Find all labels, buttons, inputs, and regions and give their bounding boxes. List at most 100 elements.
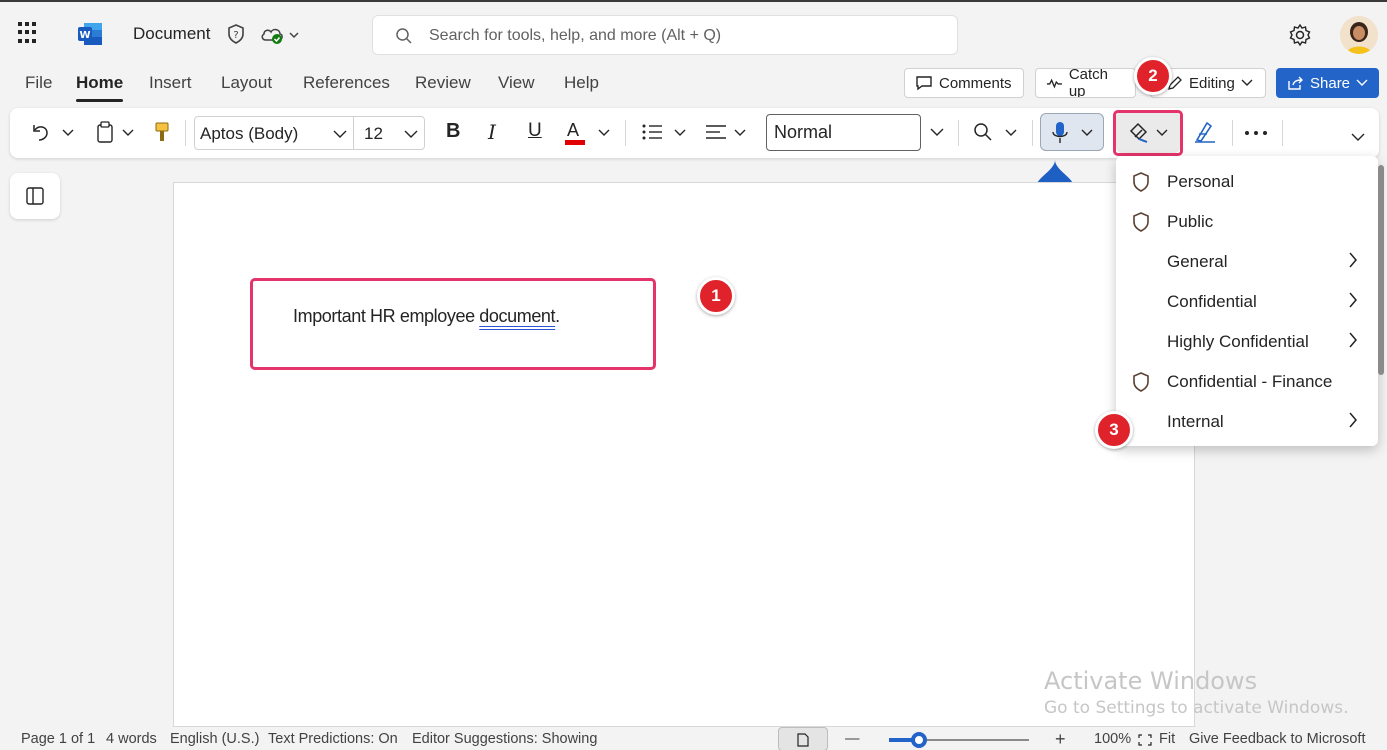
shield-icon: [1133, 372, 1149, 392]
navigation-pane-button[interactable]: [10, 173, 60, 219]
dictate-button[interactable]: [1040, 113, 1104, 151]
paste-dropdown-chevron-icon[interactable]: [122, 129, 134, 137]
tab-insert[interactable]: Insert: [149, 73, 192, 93]
sensitivity-option-label: Confidential: [1167, 292, 1257, 311]
tab-layout[interactable]: Layout: [221, 73, 272, 93]
document-title[interactable]: Document: [133, 24, 210, 44]
comments-button[interactable]: Comments: [904, 68, 1024, 98]
font-color-button[interactable]: A: [565, 120, 585, 146]
highlight-box-sensitivity-button: [1113, 110, 1183, 156]
vertical-scrollbar[interactable]: [1378, 165, 1384, 375]
cloud-saved-icon[interactable]: [260, 25, 302, 45]
font-color-swatch: [565, 140, 585, 145]
chevron-down-icon: [1081, 129, 1093, 136]
underline-button[interactable]: U: [528, 120, 542, 142]
bold-button[interactable]: B: [446, 120, 460, 143]
sensitivity-option-highly-confidential[interactable]: Highly Confidential: [1116, 320, 1378, 360]
clipboard-icon[interactable]: [96, 121, 114, 143]
undo-icon[interactable]: [30, 121, 52, 143]
tab-review[interactable]: Review: [415, 73, 471, 93]
sensitivity-option-personal[interactable]: Personal: [1116, 160, 1378, 200]
tab-home[interactable]: Home: [76, 73, 124, 102]
activate-windows-subtitle: Go to Settings to activate Windows.: [1044, 698, 1349, 718]
bullet-list-icon[interactable]: [641, 122, 663, 142]
align-chevron-icon[interactable]: [734, 129, 746, 137]
sensitivity-option-label: Internal: [1167, 412, 1224, 431]
find-chevron-icon[interactable]: [1005, 129, 1017, 137]
settings-gear-icon[interactable]: [1288, 23, 1312, 47]
zoom-in-button[interactable]: +: [1055, 729, 1066, 750]
style-chevron-icon[interactable]: [930, 128, 944, 137]
font-size-value: 12: [364, 124, 383, 143]
sensitivity-option-label: Public: [1167, 212, 1214, 231]
sensitivity-shield-icon[interactable]: ?: [227, 24, 245, 44]
sensitivity-option-general[interactable]: General: [1116, 240, 1378, 280]
chevron-down-icon[interactable]: [333, 130, 347, 139]
sensitivity-option-public[interactable]: Public: [1116, 200, 1378, 240]
align-icon[interactable]: [705, 122, 727, 142]
comment-icon: [916, 76, 932, 91]
page-view-icon: [797, 733, 809, 747]
tab-view[interactable]: View: [498, 73, 535, 93]
svg-text:W: W: [79, 30, 90, 41]
more-options-icon[interactable]: [1244, 130, 1268, 136]
sensitivity-option-confidential[interactable]: Confidential: [1116, 280, 1378, 320]
sensitivity-dropdown: Personal Public General Confidential Hig…: [1116, 156, 1378, 446]
style-box[interactable]: Normal: [766, 114, 921, 151]
chevron-right-icon: [1349, 412, 1357, 428]
svg-text:?: ?: [233, 30, 238, 41]
user-avatar[interactable]: [1340, 16, 1378, 54]
give-feedback-link[interactable]: Give Feedback to Microsoft: [1189, 731, 1366, 747]
step-badge-1: 1: [697, 277, 735, 315]
italic-button[interactable]: I: [488, 120, 496, 144]
tab-help[interactable]: Help: [564, 73, 599, 93]
editor-icon[interactable]: [1193, 120, 1217, 144]
bullets-chevron-icon[interactable]: [674, 129, 686, 137]
ribbon-separator: [185, 120, 186, 146]
document-page[interactable]: [173, 182, 1195, 727]
font-name-value: Aptos (Body): [200, 124, 299, 143]
zoom-level[interactable]: 100%: [1094, 731, 1131, 747]
undo-dropdown-chevron-icon[interactable]: [62, 129, 74, 137]
word-logo-icon: W: [78, 23, 102, 45]
catch-up-button[interactable]: Catch up: [1035, 68, 1136, 98]
share-label: Share: [1310, 74, 1351, 92]
chevron-down-icon: [1241, 79, 1253, 86]
language-status[interactable]: English (U.S.): [170, 731, 259, 747]
app-launcher-icon[interactable]: [18, 22, 40, 44]
ribbon-collapse-chevron-icon[interactable]: [1351, 133, 1365, 142]
sensitivity-option-confidential-finance[interactable]: Confidential - Finance: [1116, 360, 1378, 400]
page-count[interactable]: Page 1 of 1: [21, 731, 95, 747]
tab-file[interactable]: File: [25, 73, 52, 93]
zoom-slider-thumb[interactable]: [911, 732, 927, 748]
search-icon: [396, 28, 412, 44]
ribbon-separator: [1282, 120, 1283, 146]
activate-windows-title: Activate Windows: [1044, 667, 1258, 695]
pulse-icon: [1046, 78, 1062, 89]
font-size-box[interactable]: 12: [353, 116, 425, 150]
chevron-down-icon[interactable]: [404, 130, 418, 139]
ribbon-separator: [1032, 120, 1033, 146]
comments-label: Comments: [939, 74, 1012, 92]
sensitivity-option-internal[interactable]: Internal: [1116, 400, 1378, 440]
microphone-icon: [1052, 122, 1068, 143]
sensitivity-option-label: Confidential - Finance: [1167, 372, 1333, 391]
fit-button[interactable]: Fit: [1159, 731, 1175, 747]
shield-icon: [1133, 172, 1149, 192]
search-box[interactable]: Search for tools, help, and more (Alt + …: [372, 15, 958, 55]
print-layout-view-button[interactable]: [778, 727, 828, 750]
word-count[interactable]: 4 words: [106, 731, 157, 747]
highlight-box-document-text: [250, 278, 656, 370]
share-button[interactable]: Share: [1276, 68, 1379, 98]
zoom-out-button[interactable]: —: [845, 731, 860, 747]
text-predictions-status[interactable]: Text Predictions: On: [268, 731, 398, 747]
font-name-box[interactable]: Aptos (Body): [194, 116, 354, 150]
find-icon[interactable]: [973, 122, 993, 142]
format-painter-icon[interactable]: [154, 121, 170, 143]
style-name-value: Normal: [774, 122, 833, 142]
font-color-chevron-icon[interactable]: [598, 129, 610, 137]
tab-references[interactable]: References: [303, 73, 390, 93]
sensitivity-option-label: Highly Confidential: [1167, 332, 1309, 351]
chevron-right-icon: [1349, 252, 1357, 268]
editor-suggestions-status[interactable]: Editor Suggestions: Showing: [412, 731, 597, 747]
